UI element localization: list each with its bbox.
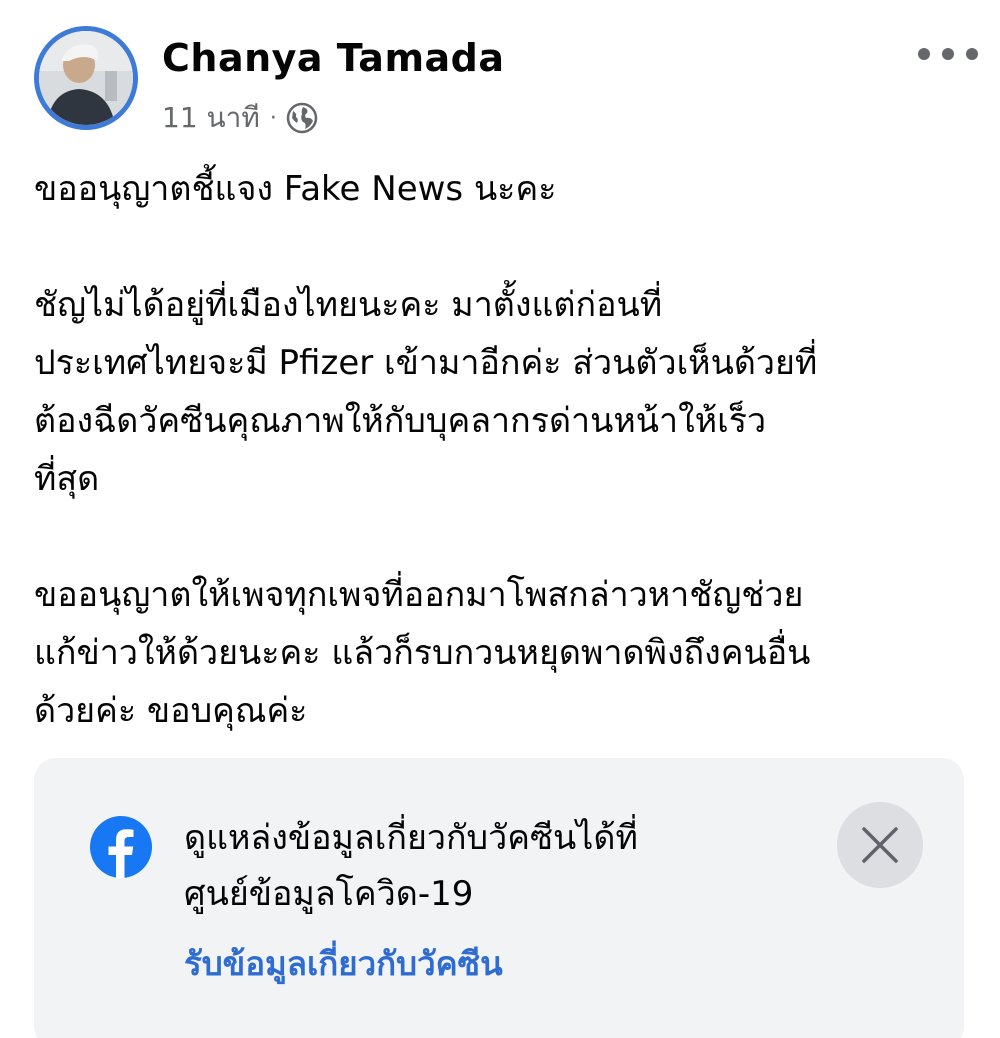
post-text-line: ต้องฉีดวัคซีนคุณภาพให้กับบุคลากรด่านหน้า… (34, 401, 767, 441)
globe-icon (285, 101, 319, 135)
post-text: ขออนุญาตชี้แจง Fake News นะคะ ชัญไม่ได้อ… (34, 160, 974, 740)
facebook-post: Chanya Tamada 11 นาที · ขออนุญาตชี้แจง F… (0, 0, 1000, 1038)
info-card-message: ดูแหล่งข้อมูลเกี่ยวกับวัคซีนได้ที่ ศูนย์… (184, 810, 804, 922)
info-card-message-line: ดูแหล่งข้อมูลเกี่ยวกับวัคซีนได้ที่ (184, 818, 638, 858)
meta-separator: · (269, 105, 277, 131)
more-options-icon[interactable] (918, 36, 978, 72)
post-text-line: ขออนุญาตชี้แจง Fake News นะคะ (34, 169, 557, 209)
post-text-line: ด้วยค่ะ ขอบคุณค่ะ (34, 691, 308, 731)
covid-vaccine-info-card: ดูแหล่งข้อมูลเกี่ยวกับวัคซีนได้ที่ ศูนย์… (34, 758, 964, 1038)
post-text-line: ชัญไม่ได้อยู่ที่เมืองไทยนะคะ มาตั้งแต่ก่… (34, 285, 663, 325)
post-text-line: ที่สุด (34, 459, 100, 499)
post-text-line: ประเทศไทยจะมี Pfizer เข้ามาอีกค่ะ ส่วนตั… (34, 343, 818, 383)
author-name[interactable]: Chanya Tamada (162, 36, 505, 80)
get-vaccine-info-link[interactable]: รับข้อมูลเกี่ยวกับวัคซีน (184, 936, 503, 992)
post-meta: 11 นาที · (162, 98, 319, 138)
info-card-message-line: ศูนย์ข้อมูลโควิด-19 (184, 874, 474, 914)
post-text-line: แก้ข่าวให้ด้วยนะคะ แล้วก็รบกวนหยุดพาดพิง… (34, 633, 811, 673)
facebook-logo-icon (90, 816, 152, 878)
close-icon[interactable] (837, 802, 923, 888)
post-text-line: ขออนุญาตให้เพจทุกเพจที่ออกมาโพสกล่าวหาชั… (34, 575, 804, 615)
avatar[interactable] (34, 26, 138, 130)
post-timestamp[interactable]: 11 นาที (162, 96, 260, 140)
